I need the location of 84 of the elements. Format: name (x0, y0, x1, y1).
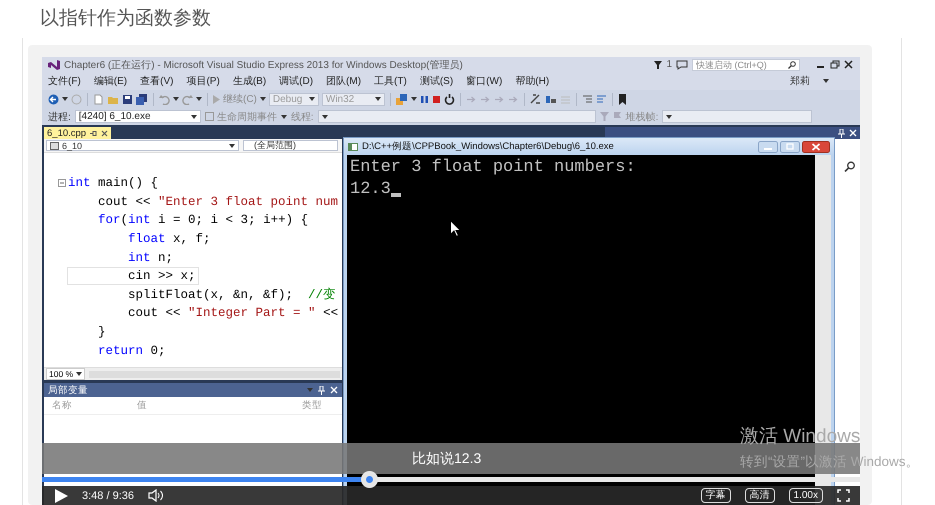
document-tab[interactable]: 6_10.cpp (44, 127, 112, 139)
window-title: Chapter6 (正在运行) - Microsoft Visual Studio Express 2013 for Windows Desktop(管理员) (64, 58, 463, 72)
indent-icon[interactable] (582, 94, 593, 104)
player-button[interactable]: 高清 (744, 488, 775, 503)
menu-item[interactable]: 窗口(W) (466, 74, 502, 88)
caret-icon[interactable] (308, 97, 315, 101)
code-line: float x, f; (127, 231, 212, 248)
subtitle: 比如说12.3 (412, 450, 482, 468)
code-line: cout << "Integer Part = " << (127, 305, 340, 322)
close-icon[interactable] (101, 130, 108, 136)
panel-title: 局部变量 (48, 384, 89, 396)
code-line: return 0; (97, 342, 167, 359)
search-icon[interactable] (788, 60, 796, 68)
code-line: int n; (127, 250, 174, 266)
console-line: 12.3 (350, 179, 391, 201)
mouse-pointer-icon (450, 220, 461, 237)
console-line: Enter 3 float point numbers: (350, 157, 636, 179)
stop-icon[interactable] (432, 94, 441, 104)
player-button[interactable]: 字幕 (700, 488, 731, 503)
code-line: splitFloat(x, &n, &f); //变 (127, 286, 338, 303)
caret-icon[interactable] (666, 114, 672, 118)
bookmark-icon[interactable] (618, 94, 627, 104)
caret-icon[interactable] (76, 372, 82, 376)
code-line: for(int i = 0; i < 3; i++) { (97, 212, 310, 228)
filter-icon[interactable] (654, 60, 662, 68)
menu-item[interactable]: 编辑(E) (94, 74, 128, 88)
playback-time: 3:48 / 9:36 (82, 490, 134, 502)
menu-item[interactable]: 帮助(H) (515, 74, 550, 88)
code-line: } (97, 324, 107, 340)
menu-item[interactable]: 查看(V) (140, 74, 174, 88)
process-dropdown[interactable]: [4240] 6_10.exe (74, 110, 201, 123)
caret-icon[interactable] (190, 114, 197, 118)
play-icon[interactable] (54, 488, 68, 502)
outdent-icon[interactable] (596, 94, 607, 104)
menu-item[interactable]: 文件(F) (48, 74, 81, 88)
caret-icon[interactable] (322, 114, 328, 118)
collapse-icon[interactable] (58, 179, 66, 188)
feedback-icon[interactable] (676, 60, 688, 70)
caret-icon[interactable] (62, 97, 68, 101)
back-icon[interactable] (48, 94, 59, 104)
search-icon[interactable] (844, 161, 856, 172)
close-icon[interactable] (844, 60, 854, 69)
console-title: D:\C++例题\CPPBook_Windows\Chapter6\Debug\6_10.exe (362, 140, 615, 153)
user-name[interactable]: 郑莉 (790, 74, 810, 88)
code-line: cin >> x; (68, 268, 198, 284)
close-icon[interactable] (802, 140, 830, 152)
caret-icon[interactable] (280, 114, 287, 118)
save-icon[interactable] (122, 94, 133, 104)
player-button[interactable]: 1.00x (788, 488, 823, 503)
code-line: cout << "Enter 3 float point num (97, 194, 340, 210)
menu-item[interactable]: 团队(M) (326, 74, 362, 88)
caret-icon[interactable] (196, 97, 202, 101)
fullscreen-icon[interactable] (837, 489, 850, 502)
code-line: int main() { (68, 175, 160, 192)
notification-count[interactable]: 1 (666, 59, 672, 70)
caret-icon[interactable] (823, 79, 829, 83)
zoom-dropdown[interactable]: 100 % (46, 368, 86, 380)
volume-icon[interactable] (148, 489, 164, 502)
process-label: 进程: (48, 110, 71, 124)
menu-item[interactable]: 调试(D) (279, 74, 314, 88)
pin-icon[interactable] (90, 130, 98, 136)
thread-label: 线程: (290, 110, 314, 124)
caret-icon[interactable] (260, 97, 266, 101)
caret-icon[interactable] (410, 97, 417, 101)
pause-icon[interactable] (420, 94, 429, 104)
caret-icon[interactable] (229, 144, 235, 148)
caret-icon[interactable] (173, 97, 179, 101)
menu-item[interactable]: 测试(S) (420, 74, 454, 88)
menu-item[interactable]: 生成(B) (232, 74, 266, 88)
scope-dropdown[interactable]: 6_10 (46, 140, 239, 151)
restart-icon[interactable] (444, 94, 455, 104)
member-dropdown[interactable]: (全局范围) (243, 140, 338, 151)
page-heading: 以指针作为函数参数 (40, 7, 211, 31)
menu-item[interactable]: 项目(P) (186, 74, 220, 88)
vs-logo-icon (48, 60, 60, 70)
caret-icon[interactable] (374, 97, 381, 101)
save-all-icon[interactable] (136, 94, 148, 104)
quick-launch-field[interactable]: 快速启动 (Ctrl+Q) (692, 58, 800, 70)
new-file-icon[interactable] (93, 94, 104, 104)
console-icon (348, 142, 358, 150)
text-cursor (390, 193, 401, 197)
restore-icon[interactable] (830, 60, 840, 69)
stack-frame-label: 堆栈帧: (626, 110, 658, 124)
menu-item[interactable]: 工具(T) (374, 74, 407, 88)
